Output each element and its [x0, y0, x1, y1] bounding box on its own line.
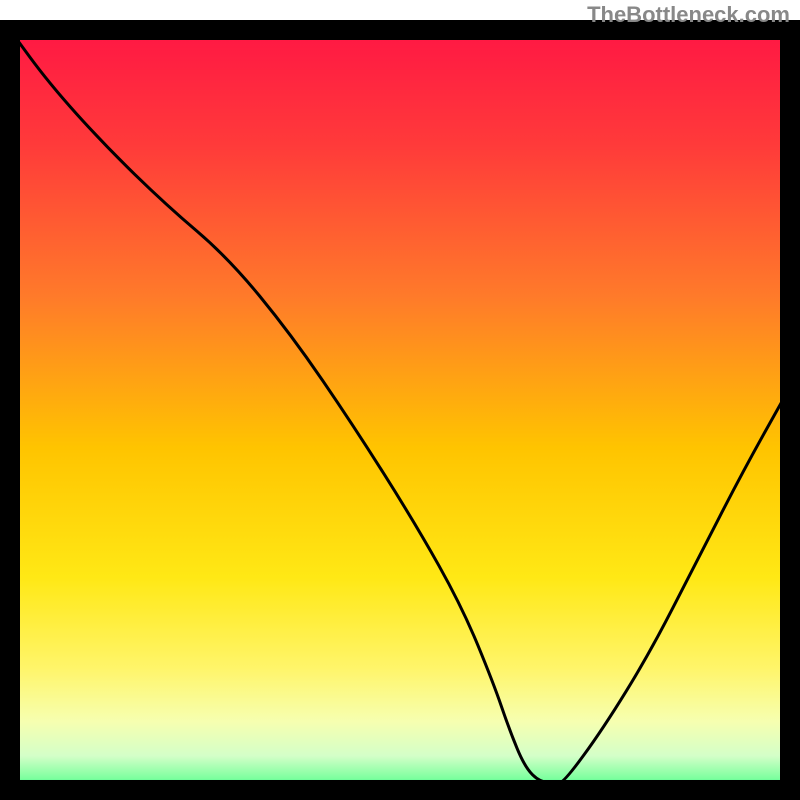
- bottleneck-chart: [0, 0, 800, 800]
- plot-background: [10, 30, 790, 790]
- watermark-text: TheBottleneck.com: [587, 2, 790, 28]
- chart-container: TheBottleneck.com: [0, 0, 800, 800]
